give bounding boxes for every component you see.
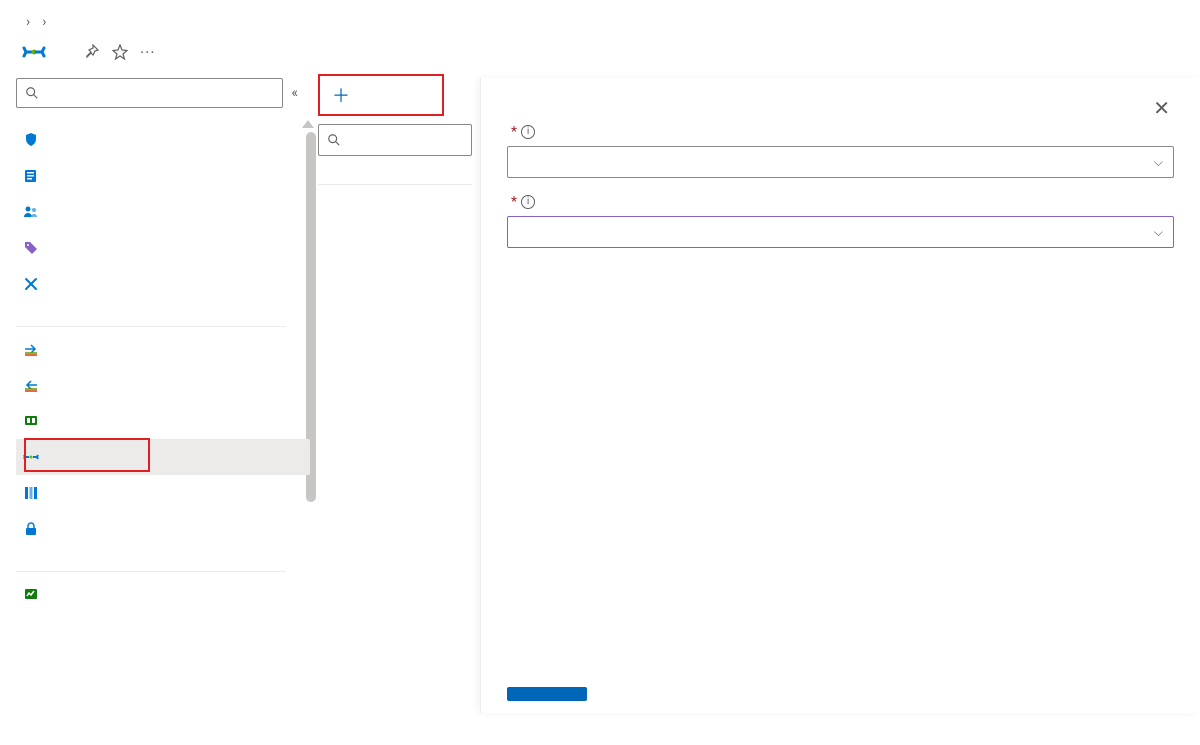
lock-icon (22, 520, 40, 538)
column-header-name[interactable] (318, 166, 472, 185)
breadcrumb: › › (0, 0, 1200, 38)
sidebar: « (0, 78, 310, 713)
search-icon (25, 86, 39, 100)
chevron-down-icon: ⌵ (1154, 155, 1163, 170)
more-icon[interactable]: ··· (140, 43, 156, 62)
properties-icon (22, 484, 40, 502)
search-icon (327, 133, 341, 147)
required-indicator: * (511, 124, 517, 140)
sidebar-item-subnets[interactable] (16, 439, 310, 475)
shield-icon (22, 131, 40, 149)
plus-icon: ＋ (332, 88, 350, 106)
inbound-icon (22, 340, 40, 358)
sidebar-item-diagnose[interactable] (16, 266, 310, 302)
people-icon (22, 203, 40, 221)
sidebar-item-alerts[interactable] (16, 576, 310, 612)
outbound-icon (22, 376, 40, 394)
nsg-icon (20, 38, 48, 66)
tag-icon (22, 239, 40, 257)
favorite-icon[interactable] (112, 44, 128, 60)
associate-subnet-panel: ✕ * i ⌵ * i ⌵ (480, 78, 1200, 713)
vnet-select[interactable]: ⌵ (507, 146, 1174, 178)
subnet-search[interactable] (318, 124, 472, 156)
log-icon (22, 167, 40, 185)
sidebar-item-outbound-rules[interactable] (16, 367, 310, 403)
info-icon[interactable]: i (521, 195, 535, 209)
subnet-search-input[interactable] (341, 131, 463, 149)
alerts-icon (22, 585, 40, 603)
field-virtual-network: * i ⌵ (507, 124, 1174, 178)
sidebar-item-network-interfaces[interactable] (16, 403, 310, 439)
sidebar-item-access-control[interactable] (16, 194, 310, 230)
sidebar-item-activity-log[interactable] (16, 158, 310, 194)
pin-icon[interactable] (84, 44, 100, 60)
sidebar-item-overview[interactable] (16, 122, 310, 158)
sidebar-item-tags[interactable] (16, 230, 310, 266)
chevron-down-icon: ⌵ (1154, 225, 1163, 240)
nav-list (16, 108, 310, 612)
content-pane: ＋ (310, 78, 480, 713)
sidebar-item-properties[interactable] (16, 475, 310, 511)
field-subnet: * i ⌵ (507, 194, 1174, 248)
chevron-right-icon: › (42, 14, 46, 30)
required-indicator: * (511, 194, 517, 210)
sidebar-item-locks[interactable] (16, 511, 310, 547)
diagnose-icon (22, 275, 40, 293)
chevron-right-icon: › (26, 14, 30, 30)
empty-state (318, 185, 472, 213)
collapse-sidebar-icon[interactable]: « (291, 85, 298, 101)
nic-icon (22, 412, 40, 430)
sidebar-search[interactable] (16, 78, 283, 108)
subnet-icon (22, 448, 40, 466)
close-icon[interactable]: ✕ (1149, 92, 1174, 124)
info-icon[interactable]: i (521, 125, 535, 139)
sidebar-search-input[interactable] (39, 84, 274, 102)
nav-section-monitoring (16, 547, 286, 572)
associate-button[interactable]: ＋ (318, 82, 372, 112)
sidebar-item-inbound-rules[interactable] (16, 331, 310, 367)
resource-type-label (0, 66, 1200, 78)
ok-button[interactable] (507, 687, 587, 701)
subnet-select[interactable]: ⌵ (507, 216, 1174, 248)
nav-section-settings (16, 302, 286, 327)
highlight-box (24, 438, 150, 472)
